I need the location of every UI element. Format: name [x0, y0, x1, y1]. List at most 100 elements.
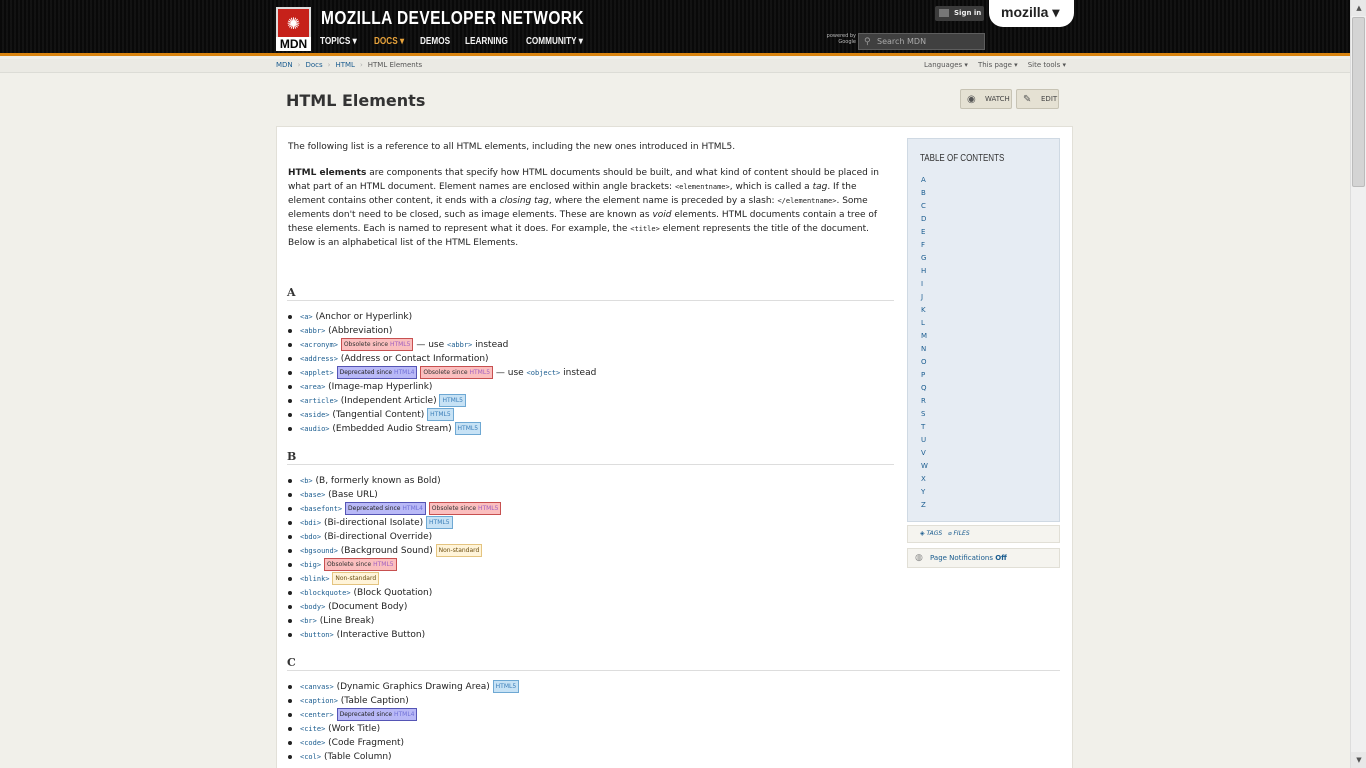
site-tools-menu[interactable]: Site tools ▾ [1028, 61, 1066, 69]
section-heading: B [287, 450, 894, 465]
crumb-docs[interactable]: Docs [305, 61, 322, 69]
mozilla-tab[interactable]: mozilla ▾ [989, 0, 1074, 27]
element-tag-link[interactable]: <blink> [300, 575, 330, 583]
status-badge[interactable]: Deprecated since HTML4 [345, 502, 426, 515]
page-notifications[interactable]: ◍ Page Notifications Off [907, 548, 1060, 568]
element-tag-link[interactable]: <aside> [300, 411, 330, 419]
element-tag-link[interactable]: <applet> [300, 369, 334, 377]
logo-text: MDN [276, 37, 311, 51]
status-badge[interactable]: HTML5 [427, 408, 454, 421]
toc-link-p[interactable]: P [921, 369, 928, 382]
status-badge[interactable]: HTML5 [492, 680, 520, 693]
element-tag-link[interactable]: <acronym> [300, 341, 338, 349]
toc-link-z[interactable]: Z [921, 499, 928, 512]
toc-link-d[interactable]: D [921, 213, 928, 226]
element-tag-link[interactable]: <base> [300, 491, 325, 499]
toc-link-u[interactable]: U [921, 434, 928, 447]
tags-link[interactable]: TAGS [927, 530, 943, 537]
toc-link-e[interactable]: E [921, 226, 928, 239]
mdn-logo[interactable]: ✺ MDN [276, 7, 311, 51]
element-tag-link[interactable]: <body> [300, 603, 325, 611]
watch-button[interactable]: ◉ WATCH [960, 89, 1012, 109]
toc-link-v[interactable]: V [921, 447, 928, 460]
status-badge[interactable]: Obsolete since HTML5 [340, 338, 414, 351]
masthead-texture [0, 0, 1350, 53]
element-tag-link[interactable]: <big> [300, 561, 321, 569]
replacement-tag-link[interactable]: <abbr> [447, 341, 472, 349]
toc-link-g[interactable]: G [921, 252, 928, 265]
status-badge[interactable]: Obsolete since HTML5 [428, 502, 502, 515]
site-title[interactable]: MOZILLA DEVELOPER NETWORK [321, 8, 584, 29]
notifications-state[interactable]: Off [995, 554, 1007, 562]
element-tag-link[interactable]: <b> [300, 477, 313, 485]
scroll-down-arrow[interactable]: ▼ [1351, 752, 1366, 768]
status-badge[interactable]: HTML5 [454, 422, 482, 435]
nav-community[interactable]: COMMUNITY ▾ [526, 36, 583, 47]
element-tag-link[interactable]: <code> [300, 739, 325, 747]
status-badge[interactable]: Non-standard [435, 544, 483, 557]
element-tag-link[interactable]: <center> [300, 711, 334, 719]
element-tag-link[interactable]: <address> [300, 355, 338, 363]
element-tag-link[interactable]: <br> [300, 617, 317, 625]
nav-topics[interactable]: TOPICS ▾ [320, 36, 357, 47]
element-tag-link[interactable]: <area> [300, 383, 325, 391]
element-tag-link[interactable]: <article> [300, 397, 338, 405]
element-tag-link[interactable]: <abbr> [300, 327, 325, 335]
toc-link-b[interactable]: B [921, 187, 928, 200]
crumb-separator: › [359, 61, 363, 69]
status-badge[interactable]: Deprecated since HTML4 [336, 708, 418, 721]
status-badge[interactable]: Obsolete since HTML5 [323, 558, 397, 571]
replacement-tag-link[interactable]: <object> [527, 369, 561, 377]
toc-link-w[interactable]: W [921, 460, 928, 473]
element-tag-link[interactable]: <cite> [300, 725, 325, 733]
search-input[interactable]: ⚲ Search MDN [858, 33, 985, 50]
element-tag-link[interactable]: <a> [300, 313, 313, 321]
toc-link-m[interactable]: M [921, 330, 928, 343]
crumb-mdn[interactable]: MDN [276, 61, 293, 69]
scroll-thumb[interactable] [1352, 17, 1365, 187]
status-badge[interactable]: HTML5 [426, 516, 453, 529]
toc-link-x[interactable]: X [921, 473, 928, 486]
element-tag-link[interactable]: <button> [300, 631, 334, 639]
scroll-up-arrow[interactable]: ▲ [1351, 0, 1366, 16]
nav-learning[interactable]: LEARNING [465, 36, 508, 47]
toc-link-t[interactable]: T [921, 421, 928, 434]
nav-docs[interactable]: DOCS ▾ [374, 36, 404, 47]
toc-link-s[interactable]: S [921, 408, 928, 421]
element-tag-link[interactable]: <bdo> [300, 533, 321, 541]
edit-button[interactable]: ✎ EDIT [1016, 89, 1059, 109]
element-tag-link[interactable]: <audio> [300, 425, 330, 433]
status-badge[interactable]: Obsolete since HTML5 [420, 366, 494, 379]
crumb-html[interactable]: HTML [335, 61, 354, 69]
status-badge[interactable]: HTML5 [439, 394, 466, 407]
toc-link-r[interactable]: R [921, 395, 928, 408]
element-tag-link[interactable]: <bgsound> [300, 547, 338, 555]
toc-link-l[interactable]: L [921, 317, 928, 330]
element-tag-link[interactable]: <canvas> [300, 683, 334, 691]
status-badge[interactable]: Deprecated since HTML4 [336, 366, 418, 379]
element-description: (Bi-directional Isolate) [321, 518, 424, 528]
toc-link-a[interactable]: A [921, 174, 928, 187]
files-link[interactable]: FILES [953, 530, 969, 537]
element-tag-link[interactable]: <basefont> [300, 505, 342, 513]
sign-in-button[interactable]: Sign in [935, 6, 984, 21]
toc-link-y[interactable]: Y [921, 486, 928, 499]
toc-link-q[interactable]: Q [921, 382, 928, 395]
toc-link-c[interactable]: C [921, 200, 928, 213]
toc-link-f[interactable]: F [921, 239, 928, 252]
status-badge[interactable]: Non-standard [332, 572, 380, 585]
toc-link-j[interactable]: J [921, 291, 928, 304]
element-tag-link[interactable]: <blockquote> [300, 589, 351, 597]
nav-demos[interactable]: DEMOS [420, 36, 450, 47]
toc-link-n[interactable]: N [921, 343, 928, 356]
element-tag-link[interactable]: <bdi> [300, 519, 321, 527]
element-tag-link[interactable]: <caption> [300, 697, 338, 705]
languages-menu[interactable]: Languages ▾ [924, 61, 968, 69]
page-scrollbar[interactable]: ▲ ▼ [1350, 0, 1366, 768]
element-tag-link[interactable]: <col> [300, 753, 321, 761]
toc-link-k[interactable]: K [921, 304, 928, 317]
toc-link-i[interactable]: I [921, 278, 928, 291]
toc-link-h[interactable]: H [921, 265, 928, 278]
this-page-menu[interactable]: This page ▾ [978, 61, 1018, 69]
toc-link-o[interactable]: O [921, 356, 928, 369]
